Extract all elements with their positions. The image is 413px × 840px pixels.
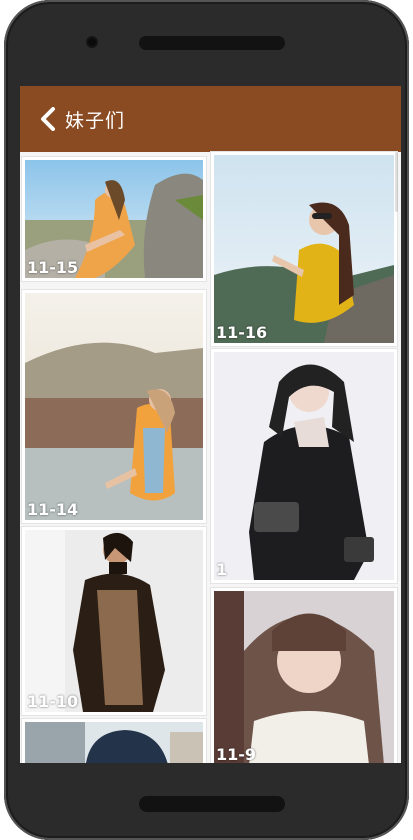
bottom-speaker bbox=[139, 796, 285, 812]
page-title: 妹子们 bbox=[65, 109, 126, 132]
app-bar: 妹子们 bbox=[20, 86, 401, 152]
photo-date: 11-10 bbox=[27, 692, 79, 711]
photo-date: 11-16 bbox=[216, 323, 268, 342]
photo-card[interactable]: 1 bbox=[211, 349, 397, 583]
photo-date: 11-9 bbox=[216, 745, 257, 763]
photo-thumbnail bbox=[25, 722, 203, 763]
photo-card[interactable]: 11-9 bbox=[211, 588, 397, 763]
photo-thumbnail bbox=[214, 591, 394, 763]
photo-date: 11-14 bbox=[27, 500, 79, 519]
photo-grid: 11-15 11-16 11-14 1 11-10 11-9 bbox=[20, 152, 401, 763]
photo-card[interactable] bbox=[22, 719, 206, 763]
photo-card[interactable]: 11-16 bbox=[211, 152, 397, 346]
chevron-left-icon bbox=[41, 107, 55, 131]
photo-card[interactable]: 11-14 bbox=[22, 290, 206, 523]
earpiece-speaker bbox=[139, 36, 285, 50]
app-screen: 妹子们 11-15 11-16 11-14 1 11-10 11-9 bbox=[20, 86, 401, 763]
photo-card[interactable]: 11-10 bbox=[22, 527, 206, 715]
photo-thumbnail bbox=[214, 155, 394, 343]
photo-thumbnail bbox=[25, 530, 203, 712]
photo-date: 1 bbox=[216, 560, 228, 579]
photo-date: 11-15 bbox=[27, 258, 79, 277]
front-camera bbox=[88, 38, 96, 46]
scrollbar[interactable] bbox=[395, 152, 398, 212]
photo-thumbnail bbox=[214, 352, 394, 580]
back-button[interactable] bbox=[37, 106, 59, 132]
photo-thumbnail bbox=[25, 293, 203, 520]
photo-card[interactable]: 11-15 bbox=[22, 157, 206, 281]
